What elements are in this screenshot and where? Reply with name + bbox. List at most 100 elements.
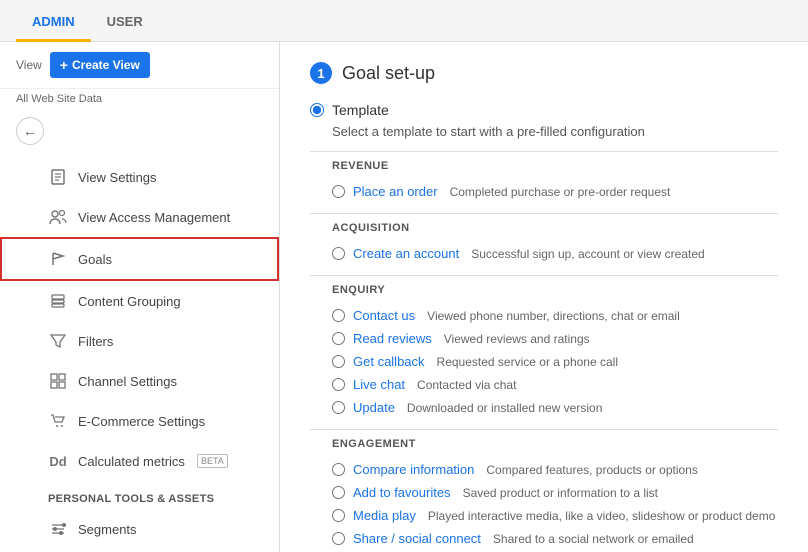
template-radio-label: Template: [332, 102, 389, 118]
sidebar-item-channel-settings[interactable]: Channel Settings: [0, 361, 279, 401]
goal-setup-title: Goal set-up: [342, 63, 435, 84]
revenue-category-label: REVENUE: [332, 160, 778, 172]
dd-icon: Dd: [48, 451, 68, 471]
read-reviews-label: Read reviews: [353, 331, 432, 346]
sidebar-item-view-access-management[interactable]: View Access Management: [0, 197, 279, 237]
step-badge: 1: [310, 62, 332, 84]
people-icon: [48, 207, 68, 227]
live-chat-radio[interactable]: [332, 378, 345, 391]
revenue-divider: [310, 151, 778, 152]
live-chat-desc: Contacted via chat: [417, 378, 516, 392]
header-tabs: ADMIN USER: [0, 0, 808, 42]
read-reviews-desc: Viewed reviews and ratings: [444, 332, 590, 346]
plus-icon: +: [60, 57, 68, 73]
contact-us-label: Contact us: [353, 308, 415, 323]
place-an-order-desc: Completed purchase or pre-order request: [450, 185, 671, 199]
template-radio-input[interactable]: [310, 103, 324, 117]
view-label: View: [16, 58, 42, 72]
engagement-divider: [310, 429, 778, 430]
channel-settings-label: Channel Settings: [78, 374, 177, 389]
ecommerce-settings-label: E-Commerce Settings: [78, 414, 205, 429]
contact-us-desc: Viewed phone number, directions, chat or…: [427, 309, 680, 323]
add-to-favourites-desc: Saved product or information to a list: [463, 486, 658, 500]
add-to-favourites-label: Add to favourites: [353, 485, 451, 500]
compare-information-radio[interactable]: [332, 463, 345, 476]
get-callback-desc: Requested service or a phone call: [437, 355, 618, 369]
read-reviews-option[interactable]: Read reviews Viewed reviews and ratings: [310, 327, 778, 350]
engagement-category-label: ENGAGEMENT: [332, 438, 778, 450]
flag-icon: [48, 249, 68, 269]
sidebar-item-filters[interactable]: Filters: [0, 321, 279, 361]
media-play-label: Media play: [353, 508, 416, 523]
sidebar: View + Create View All Web Site Data ← V…: [0, 42, 280, 552]
compare-information-option[interactable]: Compare information Compared features, p…: [310, 458, 778, 481]
media-play-option[interactable]: Media play Played interactive media, lik…: [310, 504, 778, 527]
content-grouping-label: Content Grouping: [78, 294, 181, 309]
view-access-management-label: View Access Management: [78, 210, 230, 225]
goal-setup-header: 1 Goal set-up: [310, 62, 778, 84]
compare-information-desc: Compared features, products or options: [486, 463, 697, 477]
get-callback-label: Get callback: [353, 354, 425, 369]
create-view-button[interactable]: + Create View: [50, 52, 150, 78]
segments-label: Segments: [78, 522, 137, 537]
get-callback-radio[interactable]: [332, 355, 345, 368]
calculated-metrics-label: Calculated metrics: [78, 454, 185, 469]
place-an-order-radio[interactable]: [332, 185, 345, 198]
create-an-account-desc: Successful sign up, account or view crea…: [471, 247, 704, 261]
share-social-connect-label: Share / social connect: [353, 531, 481, 546]
share-social-connect-option[interactable]: Share / social connect Shared to a socia…: [310, 527, 778, 550]
add-to-favourites-radio[interactable]: [332, 486, 345, 499]
read-reviews-radio[interactable]: [332, 332, 345, 345]
add-to-favourites-option[interactable]: Add to favourites Saved product or infor…: [310, 481, 778, 504]
sidebar-item-segments[interactable]: Segments: [0, 509, 279, 549]
doc-icon: [48, 167, 68, 187]
acquisition-divider: [310, 213, 778, 214]
create-an-account-label: Create an account: [353, 246, 459, 261]
tab-user[interactable]: USER: [91, 4, 159, 42]
live-chat-label: Live chat: [353, 377, 405, 392]
content-area: 1 Goal set-up Template Select a template…: [280, 42, 808, 552]
layers-icon: [48, 291, 68, 311]
share-social-connect-radio[interactable]: [332, 532, 345, 545]
view-bar: View + Create View: [0, 42, 279, 89]
live-chat-option[interactable]: Live chat Contacted via chat: [310, 373, 778, 396]
filter-icon: [48, 331, 68, 351]
tab-admin[interactable]: ADMIN: [16, 4, 91, 42]
sidebar-item-view-settings[interactable]: View Settings: [0, 157, 279, 197]
contact-us-radio[interactable]: [332, 309, 345, 322]
goals-label: Goals: [78, 252, 112, 267]
enquiry-category-label: ENQUIRY: [332, 284, 778, 296]
site-data-label: All Web Site Data: [0, 89, 279, 113]
cart-icon: [48, 411, 68, 431]
acquisition-category-label: ACQUISITION: [332, 222, 778, 234]
compare-information-label: Compare information: [353, 462, 474, 477]
nav-items: View Settings View Access Management Goa…: [0, 153, 279, 552]
template-description: Select a template to start with a pre-fi…: [332, 124, 778, 139]
update-desc: Downloaded or installed new version: [407, 401, 602, 415]
view-settings-label: View Settings: [78, 170, 157, 185]
grid-icon: [48, 371, 68, 391]
create-view-label: Create View: [72, 58, 140, 72]
update-option[interactable]: Update Downloaded or installed new versi…: [310, 396, 778, 419]
media-play-desc: Played interactive media, like a video, …: [428, 509, 776, 523]
media-play-radio[interactable]: [332, 509, 345, 522]
update-radio[interactable]: [332, 401, 345, 414]
get-callback-option[interactable]: Get callback Requested service or a phon…: [310, 350, 778, 373]
sidebar-item-ecommerce-settings[interactable]: E-Commerce Settings: [0, 401, 279, 441]
sidebar-item-goals[interactable]: Goals: [0, 237, 279, 281]
enquiry-divider: [310, 275, 778, 276]
create-an-account-option[interactable]: Create an account Successful sign up, ac…: [310, 242, 778, 265]
main-layout: View + Create View All Web Site Data ← V…: [0, 42, 808, 552]
personal-tools-section-label: PERSONAL TOOLS & ASSETS: [0, 481, 279, 509]
place-an-order-option[interactable]: Place an order Completed purchase or pre…: [310, 180, 778, 203]
contact-us-option[interactable]: Contact us Viewed phone number, directio…: [310, 304, 778, 327]
beta-badge: BETA: [197, 454, 228, 468]
template-radio-option[interactable]: Template: [310, 102, 778, 118]
filters-label: Filters: [78, 334, 113, 349]
create-an-account-radio[interactable]: [332, 247, 345, 260]
sidebar-item-calculated-metrics[interactable]: Dd Calculated metrics BETA: [0, 441, 279, 481]
segments-icon: [48, 519, 68, 539]
back-button[interactable]: ←: [16, 117, 44, 145]
sidebar-item-content-grouping[interactable]: Content Grouping: [0, 281, 279, 321]
update-label: Update: [353, 400, 395, 415]
